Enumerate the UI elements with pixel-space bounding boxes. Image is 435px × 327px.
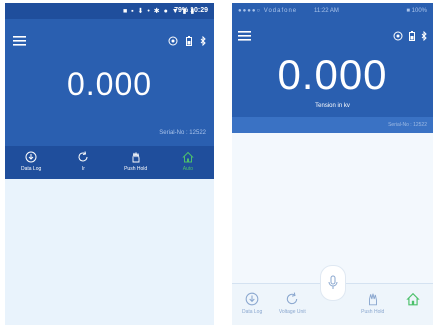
- status-time: 79% 10:29: [174, 7, 208, 14]
- serial-number: Serial-No : 12522: [388, 122, 427, 128]
- battery-level: ■ 100%: [406, 8, 427, 14]
- ir-label: Ir: [81, 166, 85, 172]
- download-circle-icon: [245, 292, 259, 306]
- auto-label: Auto: [182, 166, 194, 172]
- menu-icon[interactable]: [13, 36, 26, 46]
- toolbar: Data Log Ir Push Hold Auto: [5, 146, 214, 179]
- battery-level: 79%: [174, 7, 189, 14]
- settings-icon[interactable]: [168, 36, 178, 46]
- status-bar: ●●●●○ Vodafone 11:22 AM ■ 100%: [232, 3, 433, 19]
- carrier: ●●●●○ Vodafone: [238, 8, 298, 14]
- ir-button[interactable]: Ir: [57, 146, 109, 179]
- serial-bar: Serial-No : 12522: [232, 117, 433, 133]
- bluetooth-icon[interactable]: [421, 31, 427, 41]
- data-log-button[interactable]: Data Log: [232, 284, 272, 325]
- ios-screen: ●●●●○ Vodafone 11:22 AM ■ 100% 0.000 Ten…: [232, 3, 433, 325]
- data-log-label: Data Log: [20, 166, 42, 172]
- microphone-icon: [328, 275, 338, 289]
- measurement-caption: Tension in kv: [315, 103, 350, 109]
- push-hold-button[interactable]: Push Hold: [110, 146, 162, 179]
- hand-icon: [368, 293, 377, 306]
- data-log-button[interactable]: Data Log: [5, 146, 57, 179]
- header: 0.000 Tension in kv: [232, 19, 433, 117]
- microphone-button[interactable]: [320, 265, 346, 301]
- home-button[interactable]: [393, 284, 433, 325]
- battery-icon[interactable]: [409, 31, 415, 41]
- serial-number: Serial-No : 12522: [159, 130, 206, 136]
- download-circle-icon: [25, 151, 37, 163]
- measurement-value: 0.000: [277, 51, 388, 98]
- battery-icon[interactable]: [186, 36, 192, 46]
- data-log-label: Data Log: [241, 309, 263, 315]
- content-area: [5, 179, 214, 325]
- push-hold-label: Push Hold: [124, 166, 148, 172]
- header-actions: [393, 31, 427, 41]
- bluetooth-icon[interactable]: [200, 36, 206, 46]
- voltage-unit-button[interactable]: Voltage Unit: [272, 284, 312, 325]
- refresh-icon: [287, 292, 298, 305]
- android-screen: ■ ▪ ⬇ • ✱ ● ▼ ▮ ▮ 79% 10:29 0.000 Serial…: [5, 3, 214, 325]
- home-icon: [182, 151, 194, 163]
- content-area: [232, 133, 433, 283]
- home-icon: [406, 292, 420, 306]
- refresh-icon: [78, 151, 88, 162]
- settings-icon[interactable]: [393, 31, 403, 41]
- header-actions: [168, 36, 206, 46]
- gap: [214, 0, 232, 327]
- clock: 10:29: [190, 7, 208, 14]
- measurement-value: 0.000: [66, 66, 153, 102]
- header: 0.000 Serial-No : 12522: [5, 19, 214, 146]
- hand-icon: [132, 152, 140, 163]
- push-hold-label: Push Hold: [361, 309, 385, 315]
- clock: 11:22 AM: [314, 8, 339, 14]
- menu-icon[interactable]: [238, 31, 251, 41]
- status-bar: ■ ▪ ⬇ • ✱ ● ▼ ▮ ▮ 79% 10:29: [5, 3, 214, 19]
- auto-button[interactable]: Auto: [162, 146, 214, 179]
- voltage-unit-label: Voltage Unit: [278, 309, 306, 315]
- push-hold-button[interactable]: Push Hold: [353, 284, 393, 325]
